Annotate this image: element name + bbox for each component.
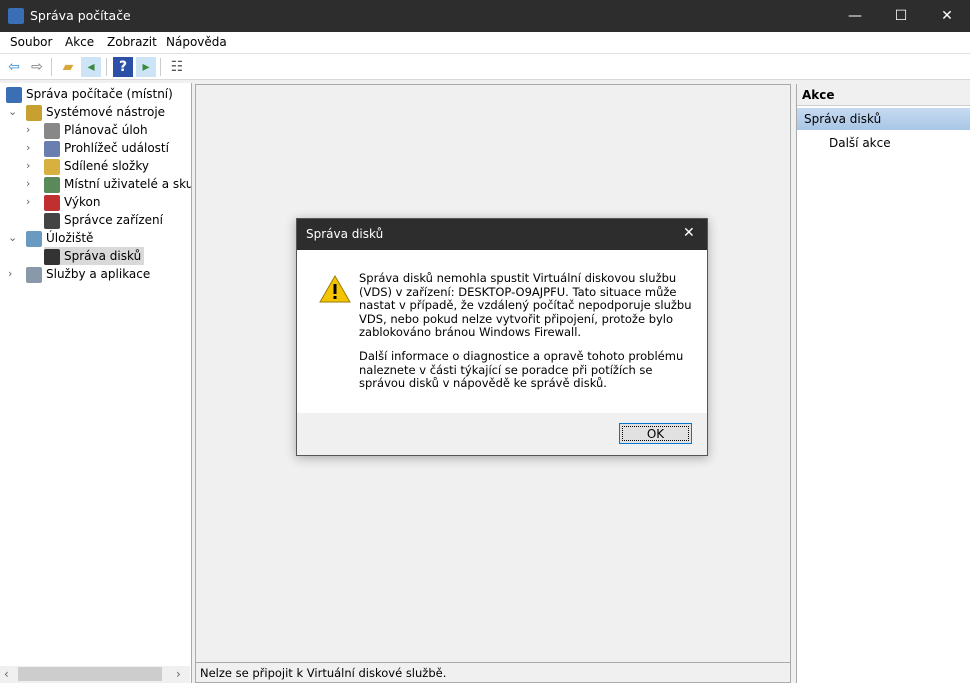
tree-item-label: Služby a aplikace (46, 267, 151, 281)
tree-node-icon (6, 86, 22, 103)
tree-item-label: Výkon (64, 195, 101, 209)
error-dialog: Správa disků ✕ Správa disků nemohla spus… (296, 218, 708, 456)
tree-item[interactable]: Sdílené složky (44, 157, 149, 175)
tree-item-label: Plánovač úloh (64, 123, 148, 137)
tree-item-label: Správa počítače (místní) (26, 87, 173, 101)
chevron-right-icon[interactable]: › (26, 177, 30, 190)
maximize-button[interactable]: ☐ (878, 0, 924, 32)
status-bar: Nelze se připojit k Virtuální diskové sl… (195, 662, 791, 683)
chevron-down-icon[interactable]: ⌄ (8, 105, 17, 118)
dialog-title: Správa disků (306, 227, 384, 241)
chevron-right-icon[interactable]: › (8, 267, 12, 280)
minimize-button[interactable]: — (832, 0, 878, 32)
tree-node-icon (26, 104, 42, 121)
actions-pane: Akce Správa disků Další akce (796, 84, 970, 683)
tree-item[interactable]: Správa počítače (místní) (6, 85, 173, 103)
tree-node-icon (26, 266, 42, 283)
dialog-close-button[interactable]: ✕ (683, 225, 695, 241)
chevron-right-icon[interactable]: › (26, 195, 30, 208)
menu-soubor[interactable]: Soubor (10, 35, 52, 49)
show-hide-tree-icon[interactable]: ◂ (81, 57, 101, 77)
tree-item[interactable]: Úložiště (26, 229, 93, 247)
tree-item[interactable]: Služby a aplikace (26, 265, 150, 283)
tree-item[interactable]: Správa disků (44, 247, 145, 265)
tree-item-label: Správa disků (64, 249, 142, 263)
tree-node-icon (44, 140, 60, 157)
tree-item-label: Správce zařízení (64, 213, 163, 227)
title-bar: Správa počítače — ☐ ✕ (0, 0, 970, 32)
ok-button[interactable]: OK (619, 423, 692, 444)
chevron-right-icon[interactable]: › (26, 123, 30, 136)
tree-item[interactable]: Správce zařízení (44, 211, 163, 229)
tree-item[interactable]: Plánovač úloh (44, 121, 148, 139)
action-dalsi-akce[interactable]: Další akce (829, 136, 891, 150)
separator (51, 58, 52, 76)
tree-item-label: Prohlížeč událostí (64, 141, 169, 155)
tree-node-icon (44, 248, 60, 265)
menu-bar: Soubor Akce Zobrazit Nápověda (0, 32, 970, 54)
chevron-right-icon[interactable]: › (26, 141, 30, 154)
warning-icon (319, 275, 351, 303)
window-title: Správa počítače (30, 8, 131, 23)
tree-item-label: Místní uživatelé a skupiny (64, 177, 192, 191)
properties-icon[interactable]: ☷ (167, 57, 187, 77)
tree-item-label: Sdílené složky (64, 159, 149, 173)
dialog-message: Správa disků nemohla spustit Virtuální d… (359, 271, 692, 339)
tree-node-icon (44, 158, 60, 175)
tree-node-icon (44, 194, 60, 211)
tree-item[interactable]: Systémové nástroje (26, 103, 165, 121)
help-icon[interactable]: ? (113, 57, 133, 77)
dialog-title-bar: Správa disků ✕ (297, 219, 707, 250)
back-icon[interactable]: ⇦ (4, 57, 24, 77)
toolbar: ⇦ ⇨ ▰ ◂ ? ▸ ☷ (0, 54, 970, 80)
tree-item[interactable]: Prohlížeč událostí (44, 139, 169, 157)
chevron-down-icon[interactable]: ⌄ (8, 231, 17, 244)
tree-item-label: Úložiště (46, 231, 94, 245)
computer-management-icon (8, 8, 24, 24)
menu-akce[interactable]: Akce (65, 35, 94, 49)
tree-item[interactable]: Místní uživatelé a skupiny (44, 175, 192, 193)
show-hide-action-pane-icon[interactable]: ▸ (136, 57, 156, 77)
scroll-thumb[interactable] (18, 667, 162, 681)
separator (106, 58, 107, 76)
tree-node-icon (44, 176, 60, 193)
tree-item[interactable]: Výkon (44, 193, 100, 211)
separator (160, 58, 161, 76)
actions-section-sprava-disku[interactable]: Správa disků (797, 108, 970, 130)
chevron-right-icon[interactable]: › (26, 159, 30, 172)
forward-icon[interactable]: ⇨ (27, 57, 47, 77)
menu-napoveda[interactable]: Nápověda (166, 35, 227, 49)
up-folder-icon[interactable]: ▰ (58, 57, 78, 77)
scroll-right-icon[interactable]: › (176, 667, 181, 681)
close-button[interactable]: ✕ (924, 0, 970, 32)
horizontal-scrollbar[interactable]: ‹ › (0, 666, 190, 683)
tree-node-icon (44, 122, 60, 139)
tree-node-icon (44, 212, 60, 229)
tree-item-label: Systémové nástroje (46, 105, 166, 119)
menu-zobrazit[interactable]: Zobrazit (107, 35, 157, 49)
scroll-left-icon[interactable]: ‹ (4, 667, 9, 681)
navigation-tree: Správa počítače (místní) ⌄ Systémové nástr… (0, 83, 192, 683)
tree-node-icon (26, 230, 42, 247)
dialog-help-text: Další informace o diagnostice a opravě t… (359, 349, 684, 390)
actions-header: Akce (797, 84, 970, 106)
